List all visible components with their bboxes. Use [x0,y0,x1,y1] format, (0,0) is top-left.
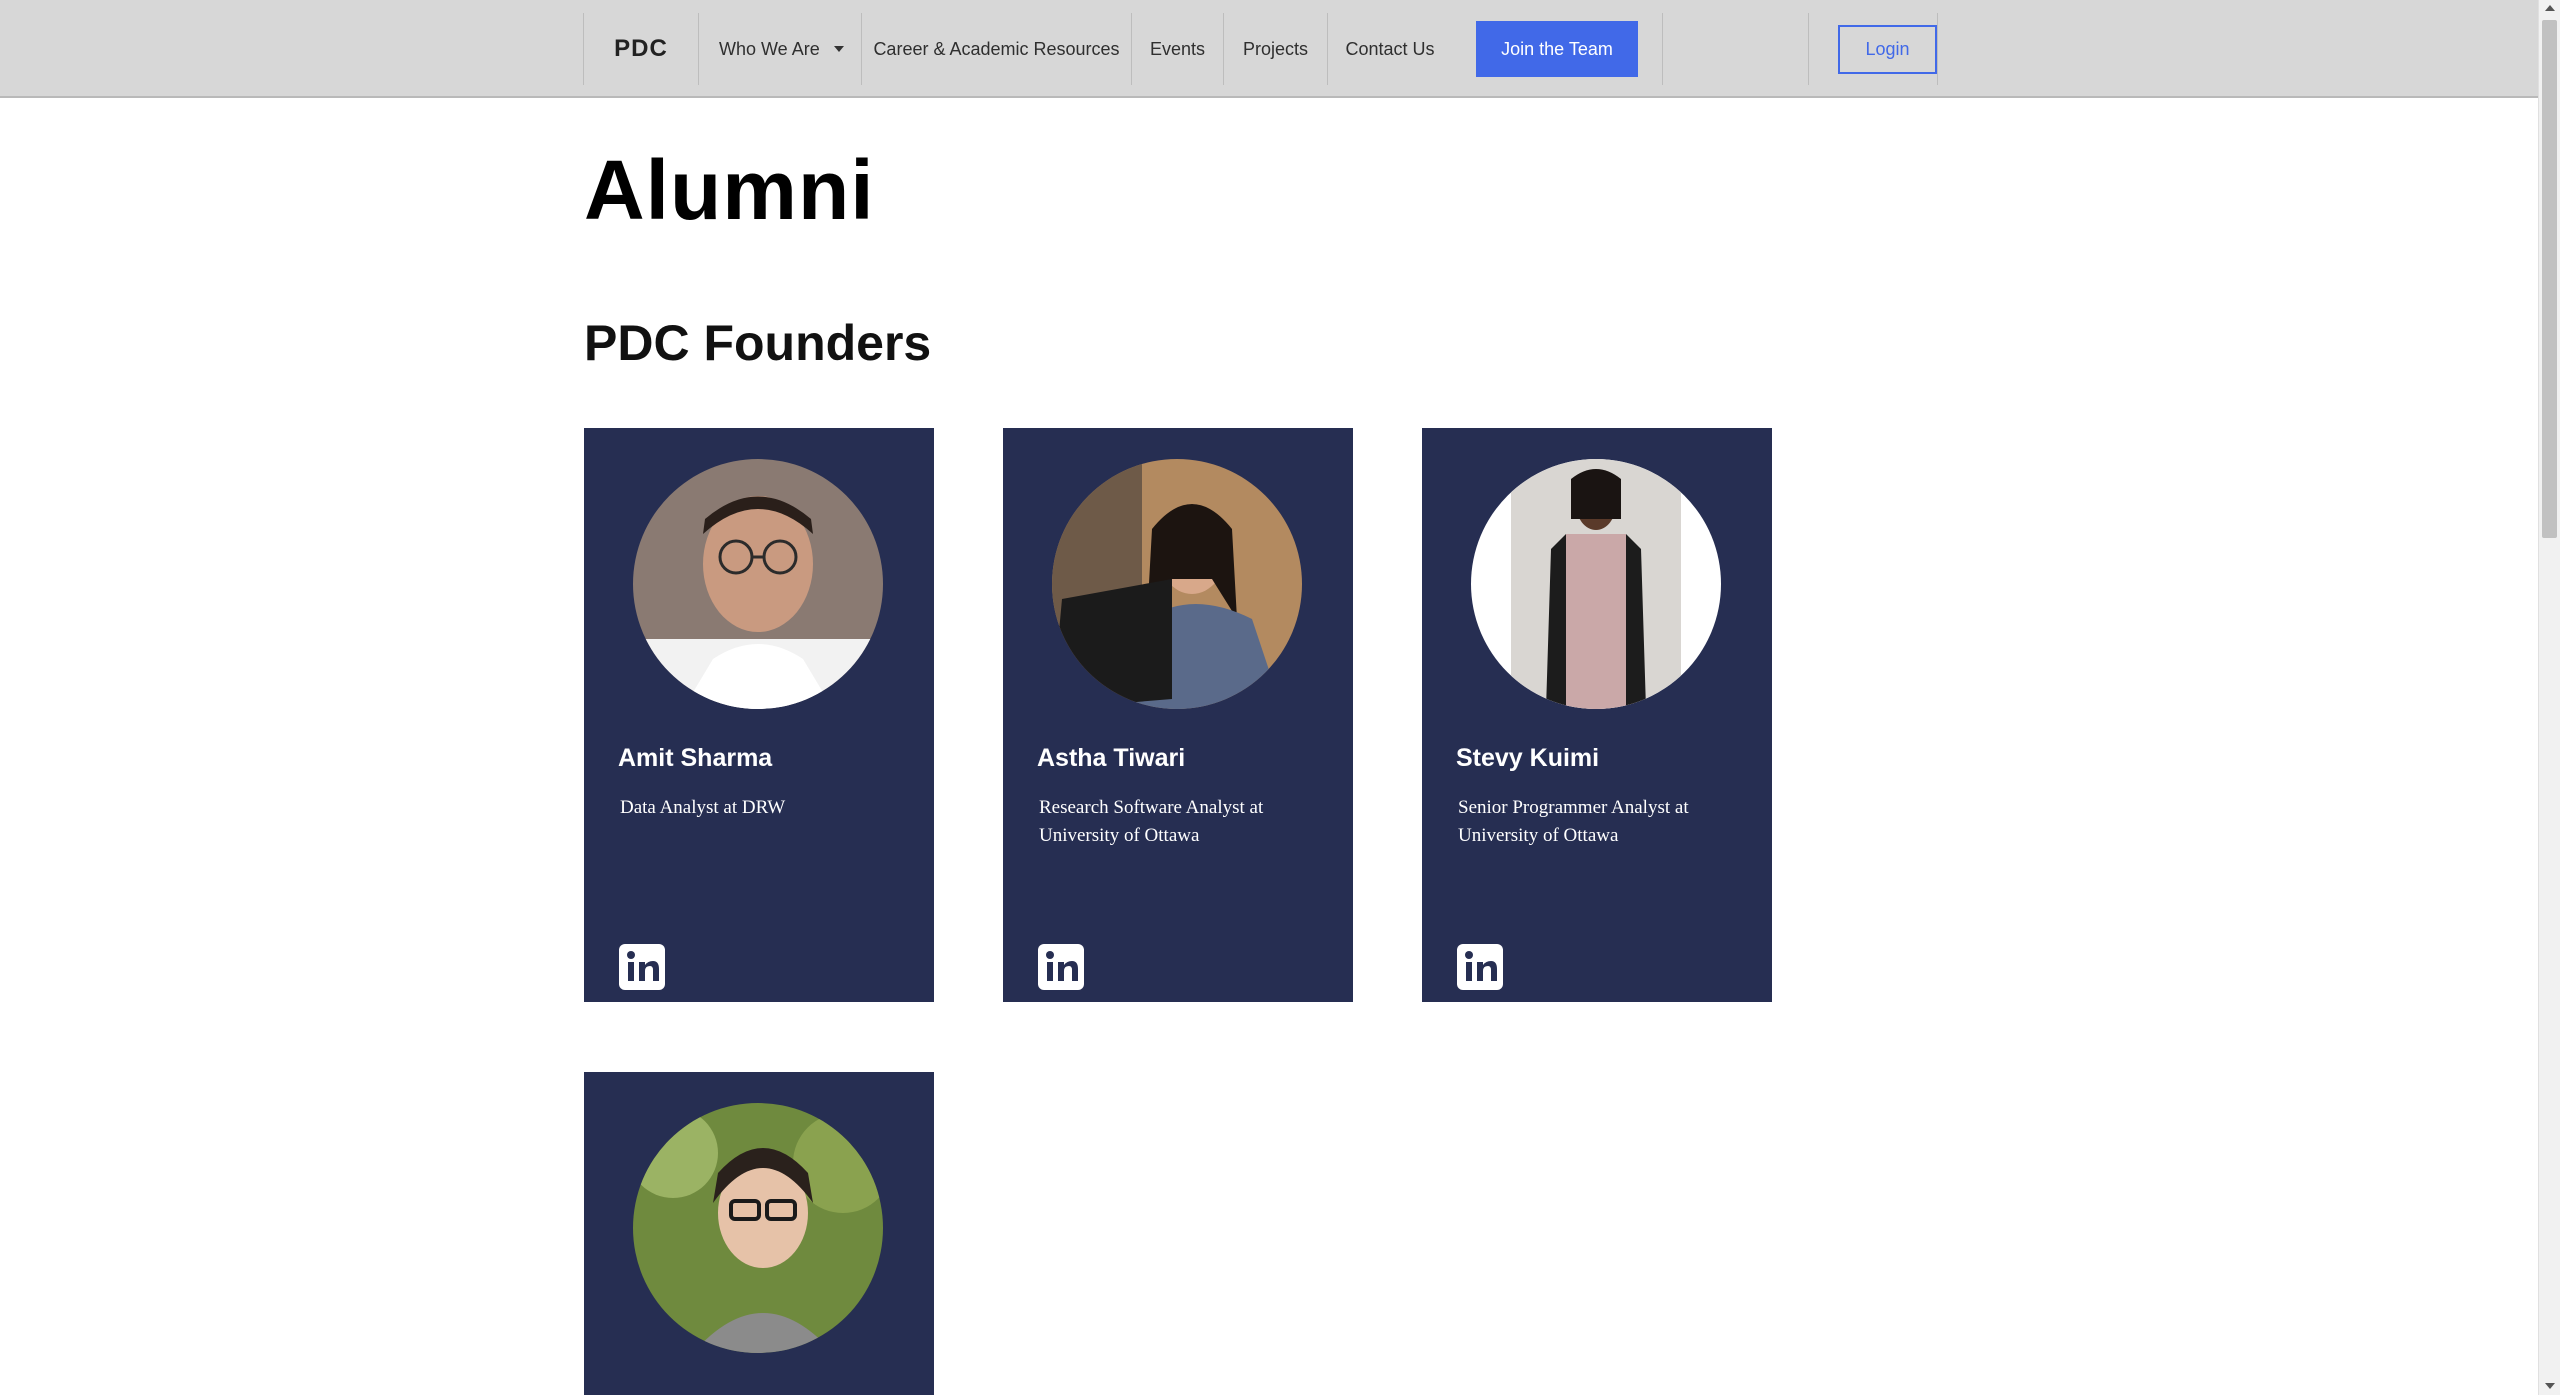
avatar-photo [633,459,883,709]
top-navbar: PDC Who We Are Career & Academic Resourc… [0,0,2538,98]
member-name: Stevy Kuimi [1456,744,1600,772]
scrollbar-thumb[interactable] [2542,20,2557,538]
page-scrollbar[interactable] [2538,0,2560,1395]
member-role: Data Analyst at DRW [620,797,786,818]
avatar-photo [633,1103,883,1353]
member-card: Astha Tiwari Research Software Analyst a… [1003,428,1353,1002]
brand-logo[interactable]: PDC [583,13,698,85]
member-role: Research Software Analyst at University … [1039,797,1264,846]
linkedin-icon[interactable] [1457,944,1503,990]
linkedin-icon[interactable] [619,944,665,990]
member-role: Senior Programmer Analyst at University … [1458,797,1689,846]
nav-item-projects[interactable]: Projects [1223,13,1327,85]
nav-item-who-we-are[interactable]: Who We Are [698,13,861,85]
nav-menu: PDC Who We Are Career & Academic Resourc… [583,13,1938,85]
member-card: Amit Sharma Data Analyst at DRW [584,428,934,1002]
nav-item-events[interactable]: Events [1131,13,1223,85]
nav-item-career-resources[interactable]: Career & Academic Resources [861,13,1131,85]
login-container: Login [1808,13,1938,85]
avatar-photo [1052,459,1302,709]
nav-item-contact-us[interactable]: Contact Us [1327,13,1452,85]
member-card: Stevy Kuimi Senior Programmer Analyst at… [1422,428,1772,1002]
avatar [1471,459,1721,709]
nav-item-label: Who We Are [719,38,820,59]
avatar [633,459,883,709]
avatar [1052,459,1302,709]
join-container: Join the Team [1452,13,1662,85]
page-title: Alumni [584,143,875,237]
join-the-team-button[interactable]: Join the Team [1476,21,1638,77]
member-card [584,1072,934,1395]
nav-divider [1662,13,1808,85]
avatar [633,1103,883,1353]
login-button[interactable]: Login [1838,24,1937,74]
section-title: PDC Founders [584,315,932,371]
scroll-up-arrow-icon[interactable] [2545,5,2555,11]
chevron-down-icon [833,46,844,52]
member-name: Astha Tiwari [1037,744,1186,772]
member-name: Amit Sharma [618,744,773,772]
scroll-down-arrow-icon[interactable] [2545,1383,2555,1389]
avatar-photo [1471,459,1721,709]
linkedin-icon[interactable] [1038,944,1084,990]
